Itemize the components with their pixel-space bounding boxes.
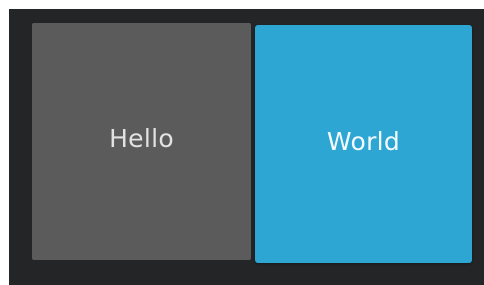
app-canvas: Hello World [9, 9, 484, 285]
world-tile[interactable]: World [255, 25, 472, 263]
hello-label: Hello [109, 124, 174, 153]
world-label: World [326, 126, 401, 156]
hello-tile[interactable]: Hello [32, 23, 251, 260]
